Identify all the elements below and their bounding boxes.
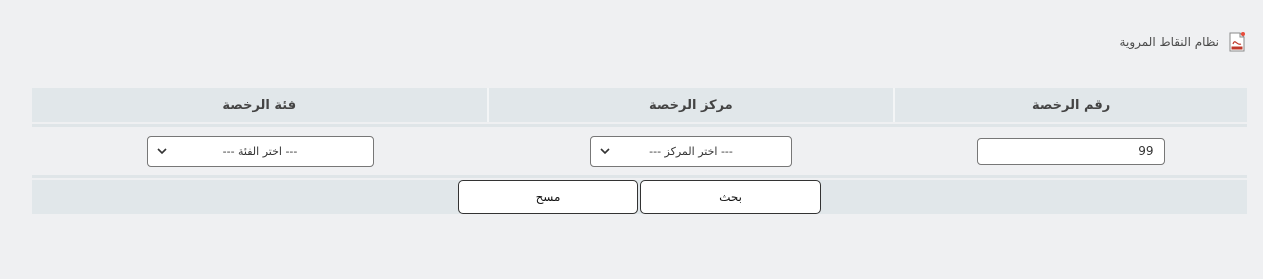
license-center-selected: --- اختر المركز ---: [649, 144, 733, 158]
form-input-row: --- اختر المركز --- --- اختر الفئة ---: [32, 127, 1247, 175]
license-class-cell: --- اختر الفئة ---: [32, 127, 488, 175]
clear-button[interactable]: مسح: [458, 180, 638, 214]
chevron-down-icon: [600, 148, 610, 155]
form-header-row: رقم الرخصة مركز الرخصة فئة الرخصة: [32, 88, 1247, 122]
license-center-select[interactable]: --- اختر المركز ---: [590, 135, 792, 167]
license-class-header: فئة الرخصة: [32, 88, 487, 122]
pdf-guide-link[interactable]: نظام النقاط المروية: [1120, 32, 1245, 52]
pdf-link-label: نظام النقاط المروية: [1119, 35, 1219, 49]
license-class-select[interactable]: --- اختر الفئة ---: [146, 135, 374, 167]
chevron-down-icon: [156, 148, 167, 155]
license-center-cell: --- اختر المركز ---: [488, 127, 894, 175]
license-number-cell: [894, 127, 1247, 175]
license-center-header: مركز الرخصة: [486, 88, 894, 122]
pdf-file-icon: [1229, 32, 1245, 52]
license-number-header: رقم الرخصة: [893, 88, 1247, 122]
action-row: بحث مسح: [32, 180, 1247, 214]
row-divider: [32, 175, 1247, 178]
license-number-input[interactable]: [976, 137, 1165, 165]
search-button[interactable]: بحث: [640, 180, 821, 214]
license-class-selected: --- اختر الفئة ---: [222, 144, 298, 158]
search-form: رقم الرخصة مركز الرخصة فئة الرخصة --- اخ…: [32, 88, 1247, 214]
